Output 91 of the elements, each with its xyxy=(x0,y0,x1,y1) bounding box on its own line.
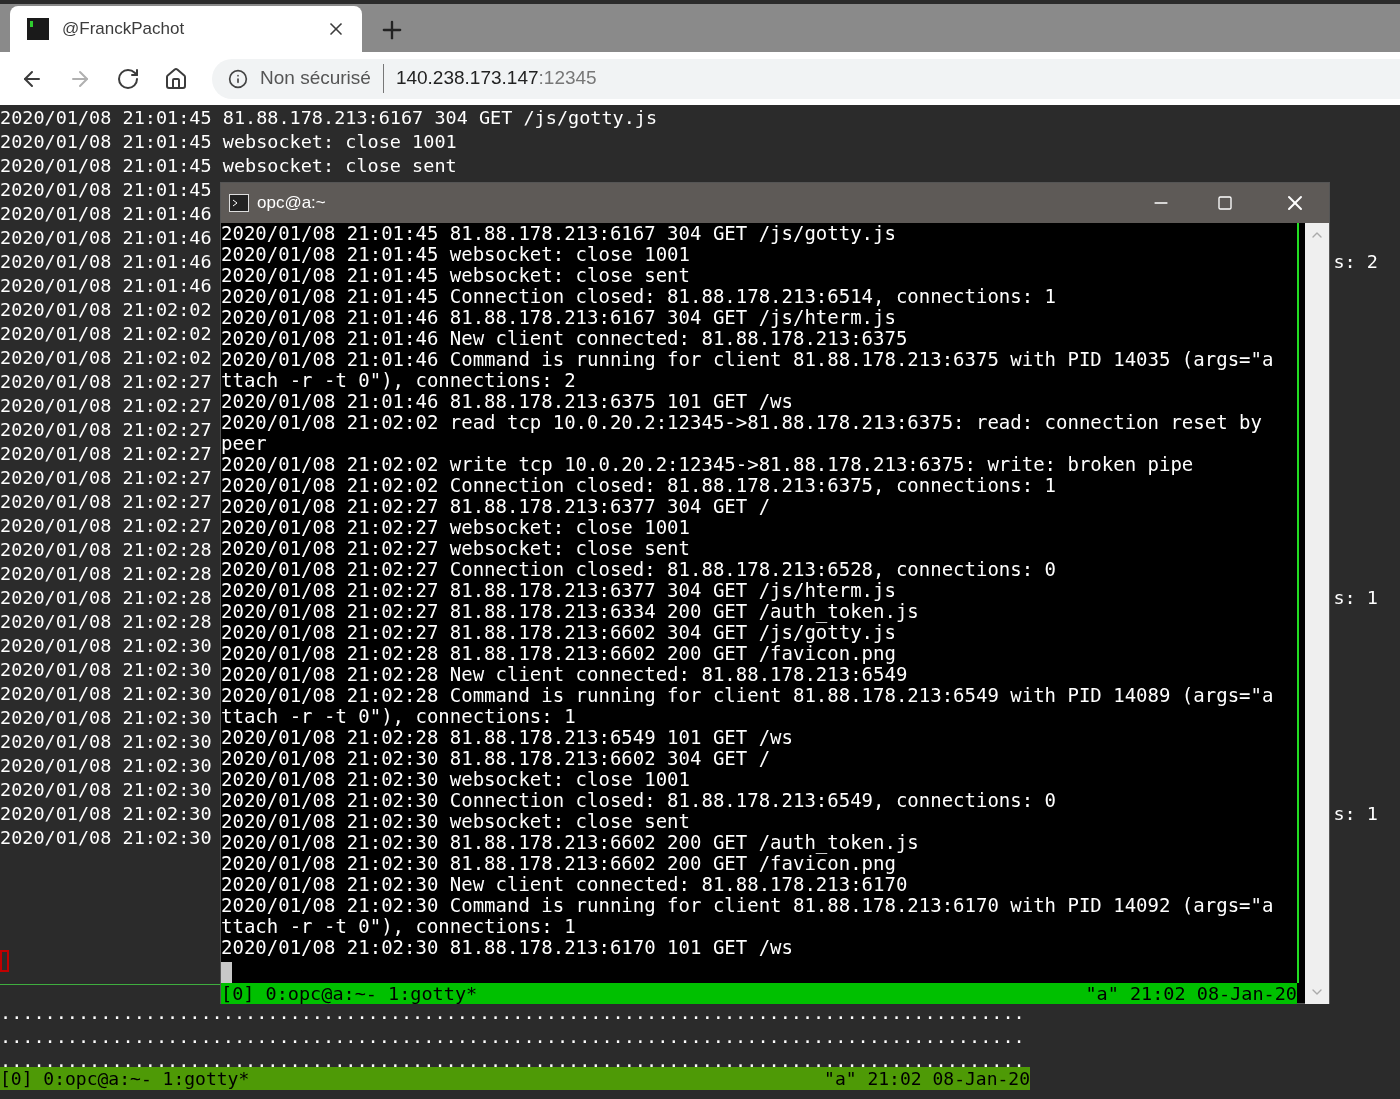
log-line: 2020/01/08 21:02:28 xyxy=(0,586,212,610)
log-line: 2020/01/08 21:02:27 xyxy=(0,442,212,466)
log-line: 2020/01/08 21:02:27 xyxy=(0,394,212,418)
window-title: opc@a:~ xyxy=(257,192,327,215)
log-line: 2020/01/08 21:02:30 xyxy=(0,802,212,826)
log-line: 2020/01/08 21:02:30 websocket: close sent xyxy=(221,811,690,832)
log-line: 2020/01/08 21:02:30 xyxy=(0,730,212,754)
log-line: 2020/01/08 21:02:30 81.88.178.213:6170 101 GET /ws xyxy=(221,937,793,958)
log-line: 2020/01/08 21:01:45 websocket: close sent xyxy=(0,154,457,178)
log-line: ttach -r -t 0"), connections: 1 xyxy=(221,916,576,937)
security-label: Non sécurisé xyxy=(260,64,384,93)
info-icon xyxy=(228,68,248,89)
log-line: 2020/01/08 21:02:27 xyxy=(0,370,212,394)
log-line: 2020/01/08 21:02:30 xyxy=(0,826,212,850)
log-line: 2020/01/08 21:02:02 xyxy=(0,298,212,322)
log-line-tail: s: 1 xyxy=(1333,802,1378,826)
text-cursor xyxy=(221,962,232,983)
log-line: 2020/01/08 21:01:45 xyxy=(0,178,212,202)
log-line: 2020/01/08 21:02:27 81.88.178.213:6334 200 GET /auth_token.js xyxy=(221,601,919,622)
tab-title: @FranckPachot xyxy=(62,18,186,41)
log-line: 2020/01/08 21:02:30 81.88.178.213:6602 304 GET / xyxy=(221,748,771,769)
log-line: 2020/01/08 21:02:28 New client connected: 81.88.178.213:6549 xyxy=(221,664,908,685)
terminal-icon xyxy=(26,17,50,41)
log-line: 2020/01/08 21:01:45 81.88.178.213:6167 304 GET /js/gotty.js xyxy=(0,106,658,130)
log-line: 2020/01/08 21:02:02 read tcp 10.0.20.2:12345->81.88.178.213:6375: read: connection reset by xyxy=(221,412,1262,433)
log-line: 2020/01/08 21:02:30 Command is running for client 81.88.178.213:6170 with PID 14092 (args="a xyxy=(221,895,1274,916)
log-line: 2020/01/08 21:01:45 websocket: close sent xyxy=(221,265,690,286)
log-line: 2020/01/08 21:02:27 81.88.178.213:6602 304 GET /js/gotty.js xyxy=(221,622,896,643)
log-line: 2020/01/08 21:02:28 xyxy=(0,610,212,634)
log-line: 2020/01/08 21:02:30 xyxy=(0,658,212,682)
log-line: 2020/01/08 21:02:28 xyxy=(0,562,212,586)
log-line: 2020/01/08 21:02:30 xyxy=(0,754,212,778)
log-line: peer xyxy=(221,433,267,454)
log-line: 2020/01/08 21:01:46 xyxy=(0,250,212,274)
log-line: 2020/01/08 21:02:27 websocket: close 1001 xyxy=(221,517,690,538)
log-line: 2020/01/08 21:02:28 81.88.178.213:6602 200 GET /favicon.png xyxy=(221,643,896,664)
log-line: 2020/01/08 21:02:30 websocket: close 1001 xyxy=(221,769,690,790)
log-line: 2020/01/08 21:02:28 xyxy=(0,538,212,562)
status-left: [0] 0:opc@a:~- 1:gotty* xyxy=(221,983,478,1004)
log-line: ttach -r -t 0"), connections: 2 xyxy=(221,370,576,391)
log-line: 2020/01/08 21:02:30 Connection closed: 81.88.178.213:6549, connections: 0 xyxy=(221,790,1057,811)
log-line: 2020/01/08 21:01:46 xyxy=(0,226,212,250)
browser-tab[interactable]: @FranckPachot xyxy=(10,6,362,52)
status-left: [0] 0:opc@a:~- 1:gotty* xyxy=(0,1067,250,1091)
log-line: 2020/01/08 21:02:27 xyxy=(0,466,212,490)
status-right: "a" 21:02 08-Jan-20 xyxy=(1085,983,1297,1004)
log-line: 2020/01/08 21:02:30 xyxy=(0,682,212,706)
console-icon xyxy=(229,194,249,212)
log-line: 2020/01/08 21:02:28 Command is running for client 81.88.178.213:6549 with PID 14089 (args="a xyxy=(221,685,1274,706)
url-port: :12345 xyxy=(538,66,597,91)
home-icon[interactable] xyxy=(164,66,188,91)
log-line: 2020/01/08 21:02:27 81.88.178.213:6377 304 GET /js/hterm.js xyxy=(221,580,896,601)
log-line: 2020/01/08 21:02:30 xyxy=(0,778,212,802)
log-line: 2020/01/08 21:02:27 xyxy=(0,514,212,538)
log-line: 2020/01/08 21:02:30 xyxy=(0,706,212,730)
log-line: 2020/01/08 21:01:46 Command is running for client 81.88.178.213:6375 with PID 14035 (args="a xyxy=(221,349,1274,370)
log-line: 2020/01/08 21:02:02 xyxy=(0,322,212,346)
log-line: 2020/01/08 21:01:45 81.88.178.213:6167 304 GET /js/gotty.js xyxy=(221,223,896,244)
log-line: 2020/01/08 21:02:27 websocket: close sent xyxy=(221,538,690,559)
log-line: 2020/01/08 21:02:27 xyxy=(0,418,212,442)
log-line: 2020/01/08 21:01:45 websocket: close 1001 xyxy=(221,244,690,265)
log-line: 2020/01/08 21:02:27 Connection closed: 81.88.178.213:6528, connections: 0 xyxy=(221,559,1057,580)
log-line: 2020/01/08 21:02:30 81.88.178.213:6602 200 GET /favicon.png xyxy=(221,853,896,874)
log-line: 2020/01/08 21:01:46 New client connected: 81.88.178.213:6375 xyxy=(221,328,908,349)
log-line: 2020/01/08 21:01:46 81.88.178.213:6167 304 GET /js/hterm.js xyxy=(221,307,896,328)
log-line: 2020/01/08 21:02:30 81.88.178.213:6602 200 GET /auth_token.js xyxy=(221,832,919,853)
log-line: 2020/01/08 21:02:30 New client connected: 81.88.178.213:6170 xyxy=(221,874,908,895)
reload-icon[interactable] xyxy=(116,66,140,91)
log-line: 2020/01/08 21:02:02 write tcp 10.0.20.2:12345->81.88.178.213:6375: write: broken pipe xyxy=(221,454,1194,475)
dotted-row: ............................................................................................ xyxy=(0,1007,1025,1019)
log-line: 2020/01/08 21:01:46 xyxy=(0,202,212,226)
dotted-row: ............................................................................................ xyxy=(0,1031,1025,1043)
address-bar[interactable]: Non sécurisé 140.238.173.147:12345 xyxy=(212,58,1400,99)
log-line: ttach -r -t 0"), connections: 1 xyxy=(221,706,576,727)
log-line: 2020/01/08 21:02:02 Connection closed: 81.88.178.213:6375, connections: 1 xyxy=(221,475,1057,496)
log-line-tail: s: 1 xyxy=(1333,586,1378,610)
log-line: 2020/01/08 21:02:27 81.88.178.213:6377 304 GET / xyxy=(221,496,771,517)
log-line: 2020/01/08 21:02:27 xyxy=(0,490,212,514)
url-host: 140.238.173.147 xyxy=(395,66,539,91)
status-right: "a" 21:02 08-Jan-20 xyxy=(824,1067,1030,1091)
log-line: 2020/01/08 21:01:45 Connection closed: 81.88.178.213:6514, connections: 1 xyxy=(221,286,1057,307)
log-line: 2020/01/08 21:02:02 xyxy=(0,346,212,370)
maximize-icon[interactable] xyxy=(1217,195,1233,211)
log-line: 2020/01/08 21:02:30 xyxy=(0,634,212,658)
cursor-marker xyxy=(0,950,9,972)
log-line: 2020/01/08 21:01:46 81.88.178.213:6375 101 GET /ws xyxy=(221,391,793,412)
log-line: 2020/01/08 21:01:46 xyxy=(0,274,212,298)
log-line: 2020/01/08 21:01:45 websocket: close 1001 xyxy=(0,130,457,154)
log-line-tail: s: 2 xyxy=(1333,250,1378,274)
log-line: 2020/01/08 21:02:28 81.88.178.213:6549 101 GET /ws xyxy=(221,727,793,748)
dotted-row: ............................................................................................ xyxy=(0,1055,1025,1067)
